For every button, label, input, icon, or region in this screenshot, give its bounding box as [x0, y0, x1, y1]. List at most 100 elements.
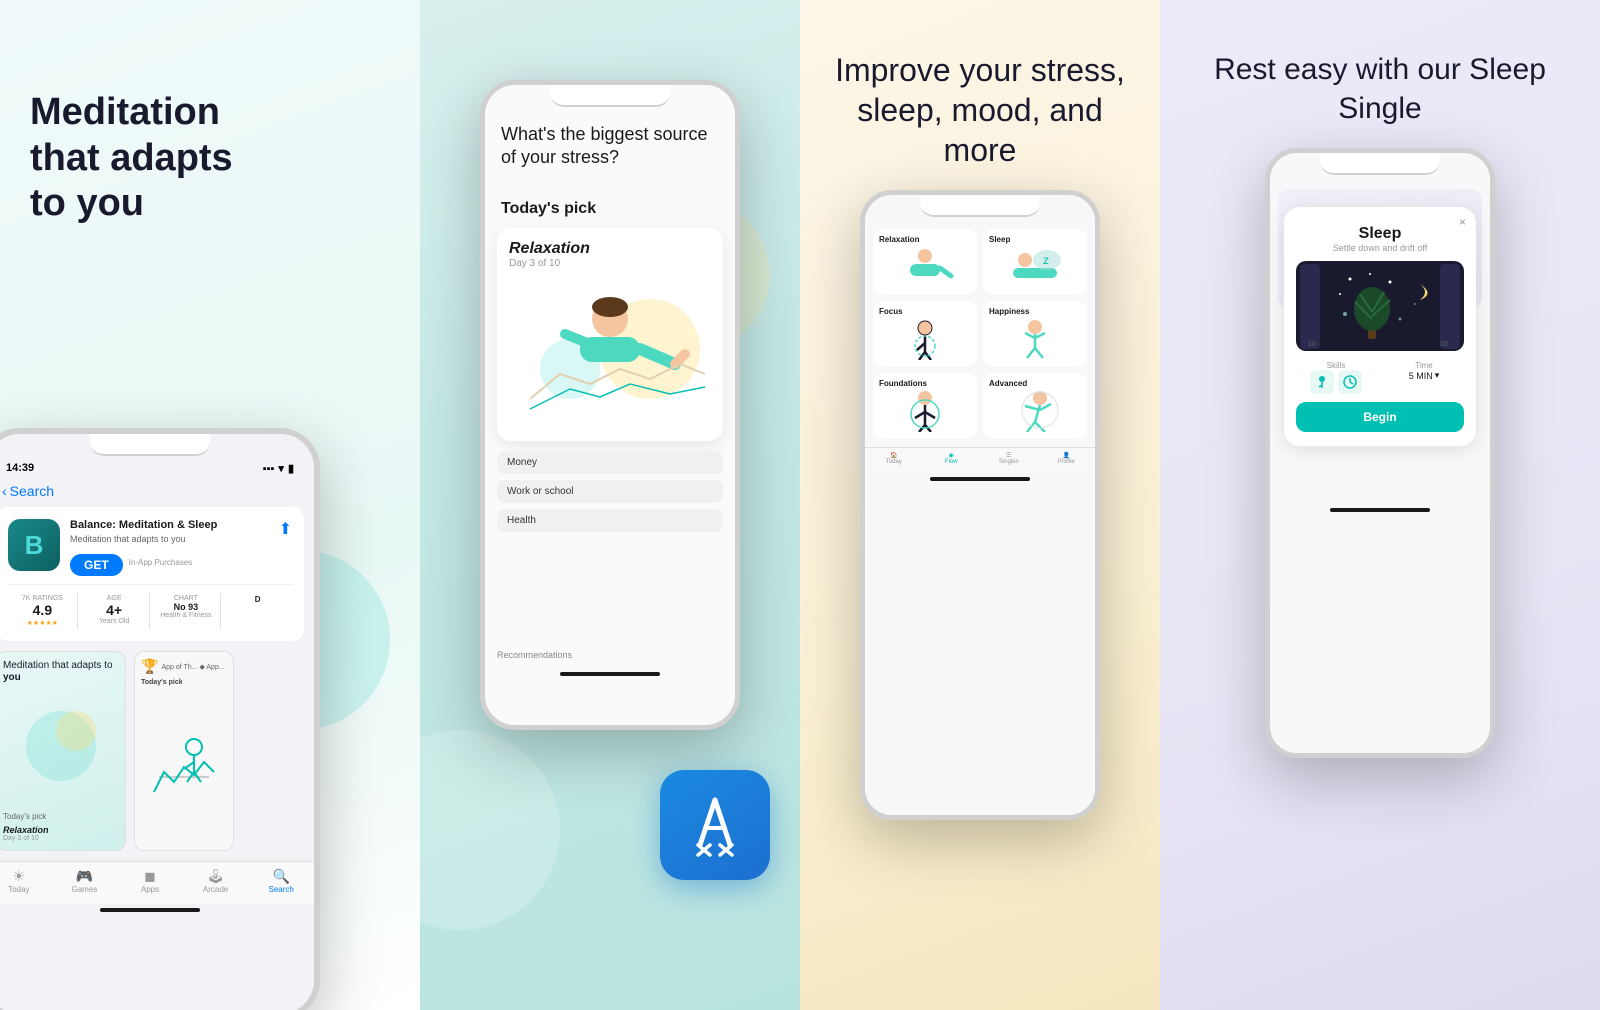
- phone-notch-2: [550, 85, 670, 107]
- app-subtitle: Meditation that adapts to you: [70, 534, 217, 544]
- chart-value: No 93: [154, 602, 219, 612]
- p3-tab-today[interactable]: 🏠 Today: [865, 452, 923, 465]
- screenshot-1: Meditation that adapts to you Today: [0, 651, 126, 851]
- panel3-title: Improve your stress, sleep, mood, and mo…: [830, 50, 1130, 170]
- option-work[interactable]: Work or school: [497, 480, 723, 503]
- stress-options: Money Work or school Health: [485, 441, 735, 542]
- home-bar: [100, 908, 200, 912]
- tab-arcade[interactable]: 🕹 Arcade: [183, 868, 249, 894]
- time-select[interactable]: 5 MIN ▾: [1384, 370, 1464, 381]
- skill-icon-2: [1338, 370, 1362, 394]
- panel-1: Meditation that adapts to you 14:39 ▪▪▪ …: [0, 0, 420, 1010]
- tab-search[interactable]: 🔍 Search: [248, 868, 314, 894]
- todays-pick-section: Today's pick: [485, 170, 735, 228]
- age-label: AGE: [82, 595, 147, 602]
- stars-display: ★★★★★: [27, 620, 58, 627]
- sleep-modal: × Sleep Settle down and drift off: [1284, 207, 1476, 446]
- svg-text:10: 10: [1308, 341, 1316, 348]
- rating-value: 4.9: [10, 602, 75, 618]
- heading-bold: you: [76, 182, 144, 224]
- panel3-heading: Improve your stress, sleep, mood, and mo…: [800, 0, 1160, 190]
- phone-notch: [90, 434, 210, 456]
- time-col: Time 5 MIN ▾: [1384, 361, 1464, 394]
- award-text: App of Th... ◆ App...: [161, 663, 224, 671]
- time-label: Time: [1384, 361, 1464, 370]
- s1-figure: [3, 684, 119, 808]
- todays-pick-label: Today's pick: [501, 200, 719, 218]
- svg-text:z: z: [1043, 253, 1049, 267]
- phone-mockup-3: Relaxation Sleep: [860, 190, 1100, 820]
- skill-icon-1: [1310, 370, 1334, 394]
- time-display: 14:39: [6, 462, 34, 475]
- app-info: Balance: Meditation & Sleep Meditation t…: [70, 519, 217, 576]
- phone-tabs: ☀ Today 🎮 Games ◼ Apps 🕹: [0, 861, 314, 904]
- category-sleep[interactable]: Sleep z: [983, 229, 1087, 295]
- tab-games[interactable]: 🎮 Games: [52, 868, 118, 894]
- panel-4: Rest easy with our Sleep Single × Sleep: [1160, 0, 1600, 1010]
- p3-tab-profile[interactable]: 👤 Profile: [1038, 452, 1096, 465]
- dev-icon: D: [225, 595, 290, 604]
- ratings-label: 7K RATINGS: [10, 595, 75, 602]
- option-money[interactable]: Money: [497, 451, 723, 474]
- category-grid: Relaxation Sleep: [865, 221, 1095, 447]
- skills-label: Skills: [1296, 361, 1376, 370]
- ratings-stat: 7K RATINGS 4.9 ★★★★★: [8, 593, 78, 629]
- category-advanced[interactable]: Advanced: [983, 373, 1087, 439]
- modal-close-button[interactable]: ×: [1459, 215, 1466, 229]
- status-icons: ▪▪▪ ▾ ▮: [263, 462, 294, 475]
- back-button[interactable]: ‹ Search: [2, 483, 54, 499]
- app-store-nav: ‹ Search: [0, 479, 314, 507]
- battery-icon: ▮: [288, 462, 294, 475]
- chart-sub: Health & Fitness: [154, 612, 219, 619]
- signal-icon: ▪▪▪: [263, 463, 275, 475]
- chart-label: CHART: [154, 595, 219, 602]
- back-label: Search: [10, 483, 54, 499]
- s2-figure: [141, 689, 227, 844]
- tab-apps[interactable]: ◼ Apps: [117, 868, 183, 894]
- begin-button[interactable]: Begin: [1296, 402, 1464, 432]
- skills-col: Skills: [1296, 361, 1376, 394]
- phone-mockup-2: What's the biggest source of your stress…: [480, 80, 740, 730]
- relaxation-figure: [509, 269, 711, 429]
- chevron-left-icon: ‹: [2, 483, 7, 499]
- phone-mockup-1: 14:39 ▪▪▪ ▾ ▮ ‹ Search: [0, 428, 320, 1010]
- home-bar-2: [560, 672, 660, 676]
- panel4-title: Rest easy with our Sleep Single: [1190, 50, 1570, 128]
- s1-bold: you: [3, 672, 21, 683]
- sleep-modal-subtitle: Settle down and drift off: [1296, 243, 1464, 253]
- panel4-heading: Rest easy with our Sleep Single: [1160, 0, 1600, 148]
- main-container: Meditation that adapts to you 14:39 ▪▪▪ …: [0, 0, 1600, 1010]
- tab-games-label: Games: [71, 885, 97, 894]
- heading-line1: Meditation: [30, 91, 220, 133]
- phone-mockup-4: × Sleep Settle down and drift off: [1265, 148, 1495, 758]
- app-icon-letter: B: [25, 530, 44, 561]
- relaxation-card[interactable]: Relaxation Day 3 of 10: [497, 228, 723, 441]
- focus-illus: [879, 316, 971, 361]
- relaxation-title: Relaxation: [509, 240, 711, 258]
- share-button[interactable]: ⬆: [279, 519, 292, 539]
- tab-today[interactable]: ☀ Today: [0, 868, 52, 894]
- relaxation-day: Day 3 of 10: [509, 258, 711, 269]
- svg-text:10: 10: [1440, 341, 1448, 348]
- app-header: B Balance: Meditation & Sleep Meditation…: [8, 519, 292, 576]
- age-value: 4+: [82, 602, 147, 618]
- happiness-illus: [989, 316, 1081, 361]
- p3-tab-singles[interactable]: ☰ Singles: [980, 452, 1038, 465]
- s2-pick-label: Today's pick: [141, 679, 227, 686]
- option-health[interactable]: Health: [497, 509, 723, 532]
- app-name: Balance: Meditation & Sleep: [70, 519, 217, 532]
- p3-tab-flow[interactable]: ◉ Flow: [923, 452, 981, 465]
- in-app-label: In-App Purchases: [129, 558, 193, 567]
- app-listing: B Balance: Meditation & Sleep Meditation…: [0, 507, 304, 641]
- chevron-down-icon: ▾: [1435, 370, 1440, 381]
- panel-3: Improve your stress, sleep, mood, and mo…: [800, 0, 1160, 1010]
- category-focus[interactable]: Focus: [873, 301, 977, 367]
- category-relaxation[interactable]: Relaxation: [873, 229, 977, 295]
- dev-stat: D: [223, 593, 292, 629]
- category-happiness[interactable]: Happiness: [983, 301, 1087, 367]
- category-foundations[interactable]: Foundations: [873, 373, 977, 439]
- biggest-stress-question: What's the biggest source of your stress…: [501, 124, 708, 167]
- get-button[interactable]: GET: [70, 554, 123, 576]
- app-stats: 7K RATINGS 4.9 ★★★★★ AGE 4+ Years Old CH…: [8, 584, 292, 629]
- phone-notch-3: [920, 195, 1040, 217]
